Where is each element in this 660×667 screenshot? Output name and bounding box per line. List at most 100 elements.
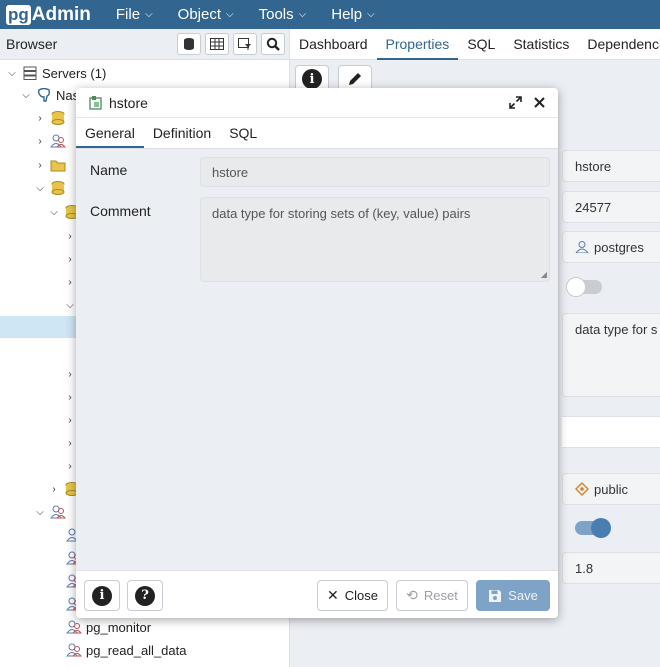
- resize-grip-icon[interactable]: ◢: [541, 270, 547, 279]
- comment-label: Comment: [90, 203, 151, 219]
- chevron-right-icon[interactable]: ›: [64, 231, 76, 242]
- tree-item-pg-monitor[interactable]: pg_monitor: [62, 616, 151, 638]
- chevron-right-icon[interactable]: ›: [64, 461, 76, 472]
- pencil-icon: [349, 73, 361, 85]
- maximize-button[interactable]: [504, 92, 526, 114]
- chevron-right-icon[interactable]: ›: [34, 160, 46, 171]
- tab-statistics[interactable]: Statistics: [504, 29, 578, 60]
- view-data-button[interactable]: [205, 33, 229, 55]
- tab-dependencies[interactable]: Dependencies: [578, 29, 660, 60]
- database-icon: [184, 38, 194, 50]
- tree-item[interactable]: ›: [34, 107, 70, 129]
- chevron-right-icon[interactable]: ›: [34, 136, 46, 147]
- menubar: pg Admin File ⌵ Object ⌵ Tools ⌵ Help ⌵: [0, 0, 660, 29]
- search-objects-button[interactable]: [261, 33, 285, 55]
- save-button-label: Save: [508, 588, 538, 603]
- tree-item[interactable]: ›: [34, 130, 70, 152]
- tree-label: Servers (1): [42, 65, 107, 81]
- tree-item[interactable]: ⌵: [34, 501, 70, 523]
- tree-item[interactable]: ›: [64, 248, 76, 270]
- chevron-down-icon[interactable]: ⌵: [6, 68, 18, 79]
- group-role-icon: [66, 643, 82, 657]
- reset-icon: ⟲: [406, 587, 418, 603]
- tree-item[interactable]: ›: [64, 386, 76, 408]
- logo-pg: pg: [6, 4, 31, 25]
- extension-dialog: hstore General Definition SQL Name hstor…: [76, 88, 558, 618]
- filtered-rows-button[interactable]: [233, 33, 257, 55]
- info-icon: i: [92, 585, 112, 606]
- prop-comment: data type for s: [562, 313, 660, 397]
- prop-owner: postgres: [562, 231, 660, 263]
- chevron-down-icon[interactable]: ⌵: [48, 207, 60, 218]
- tree-item[interactable]: ⌵: [34, 177, 70, 199]
- tab-sql[interactable]: SQL: [458, 29, 504, 60]
- tree-item[interactable]: ›: [64, 409, 76, 431]
- menu-file[interactable]: File ⌵: [116, 6, 153, 23]
- dialog-header: hstore: [76, 88, 558, 118]
- chevron-right-icon[interactable]: ›: [34, 113, 46, 124]
- menu-tools[interactable]: Tools ⌵: [259, 6, 307, 23]
- tree-item[interactable]: ›: [64, 271, 76, 293]
- close-icon: ✕: [327, 587, 339, 603]
- menu-file-label: File: [115, 6, 141, 23]
- tab-definition[interactable]: Definition: [144, 118, 220, 148]
- query-tool-button[interactable]: [177, 33, 201, 55]
- filter-table-icon: [238, 38, 251, 50]
- search-icon: [266, 37, 280, 51]
- reset-button[interactable]: ⟲ Reset: [396, 580, 468, 611]
- login-roles-icon: [50, 134, 66, 148]
- tab-dashboard[interactable]: Dashboard: [290, 29, 377, 60]
- prop-version: 1.8: [562, 552, 660, 584]
- comment-field[interactable]: data type for storing sets of (key, valu…: [200, 197, 550, 282]
- tab-general[interactable]: General: [76, 118, 144, 148]
- pgadmin-logo[interactable]: pg Admin: [6, 4, 91, 26]
- close-dialog-button[interactable]: [528, 92, 550, 114]
- tree-item[interactable]: ⌵: [64, 294, 76, 316]
- prop-schema-value: public: [594, 481, 628, 497]
- tree-item-pg-read-all-data[interactable]: pg_read_all_data: [62, 639, 186, 661]
- chevron-down-icon[interactable]: ⌵: [34, 183, 46, 194]
- prop-relocatable-toggle[interactable]: [575, 518, 611, 538]
- chevron-right-icon[interactable]: ›: [64, 277, 76, 288]
- info-button[interactable]: i: [84, 580, 120, 611]
- save-button[interactable]: Save: [476, 580, 550, 611]
- browser-header: Browser: [0, 29, 289, 60]
- prop-schema: public: [562, 473, 660, 505]
- chevron-down-icon: ⌵: [226, 9, 234, 20]
- chevron-right-icon[interactable]: ›: [64, 392, 76, 403]
- chevron-right-icon[interactable]: ›: [64, 254, 76, 265]
- close-button[interactable]: ✕ Close: [317, 580, 388, 611]
- tree-item[interactable]: ›: [64, 225, 76, 247]
- chevron-right-icon[interactable]: ›: [48, 484, 60, 495]
- chevron-down-icon[interactable]: ⌵: [34, 507, 46, 518]
- servers-icon: [23, 66, 37, 80]
- menu-object[interactable]: Object ⌵: [178, 6, 234, 23]
- tab-dialog-sql[interactable]: SQL: [220, 118, 266, 148]
- tab-properties[interactable]: Properties: [376, 29, 459, 60]
- tree-item[interactable]: ›: [34, 154, 70, 176]
- chevron-right-icon[interactable]: ›: [64, 369, 76, 380]
- chevron-right-icon[interactable]: ›: [64, 438, 76, 449]
- login-roles-icon: [50, 505, 66, 519]
- database-icon: [51, 111, 65, 125]
- help-button[interactable]: ?: [127, 580, 163, 611]
- prop-system-toggle[interactable]: [566, 277, 602, 297]
- save-icon: [489, 589, 502, 602]
- chevron-right-icon[interactable]: ›: [64, 415, 76, 426]
- prop-oid: 24577: [562, 191, 660, 223]
- toggle-knob: [566, 277, 586, 297]
- prop-section-header: [562, 416, 660, 448]
- chevron-down-icon[interactable]: ⌵: [20, 90, 32, 101]
- tree-item[interactable]: ›: [64, 432, 76, 454]
- tree-item[interactable]: ›: [64, 363, 76, 385]
- menu-help[interactable]: Help ⌵: [331, 6, 374, 23]
- tree-item-server[interactable]: ⌵ Nas: [20, 84, 79, 106]
- chevron-down-icon[interactable]: ⌵: [64, 300, 76, 311]
- user-icon: [575, 241, 589, 253]
- table-icon: [210, 38, 224, 50]
- name-field[interactable]: hstore: [200, 157, 550, 187]
- tree-item-servers[interactable]: ⌵ Servers (1): [6, 62, 106, 84]
- chevron-down-icon: ⌵: [367, 9, 375, 20]
- extension-icon: [89, 95, 102, 110]
- tree-item[interactable]: ›: [64, 455, 76, 477]
